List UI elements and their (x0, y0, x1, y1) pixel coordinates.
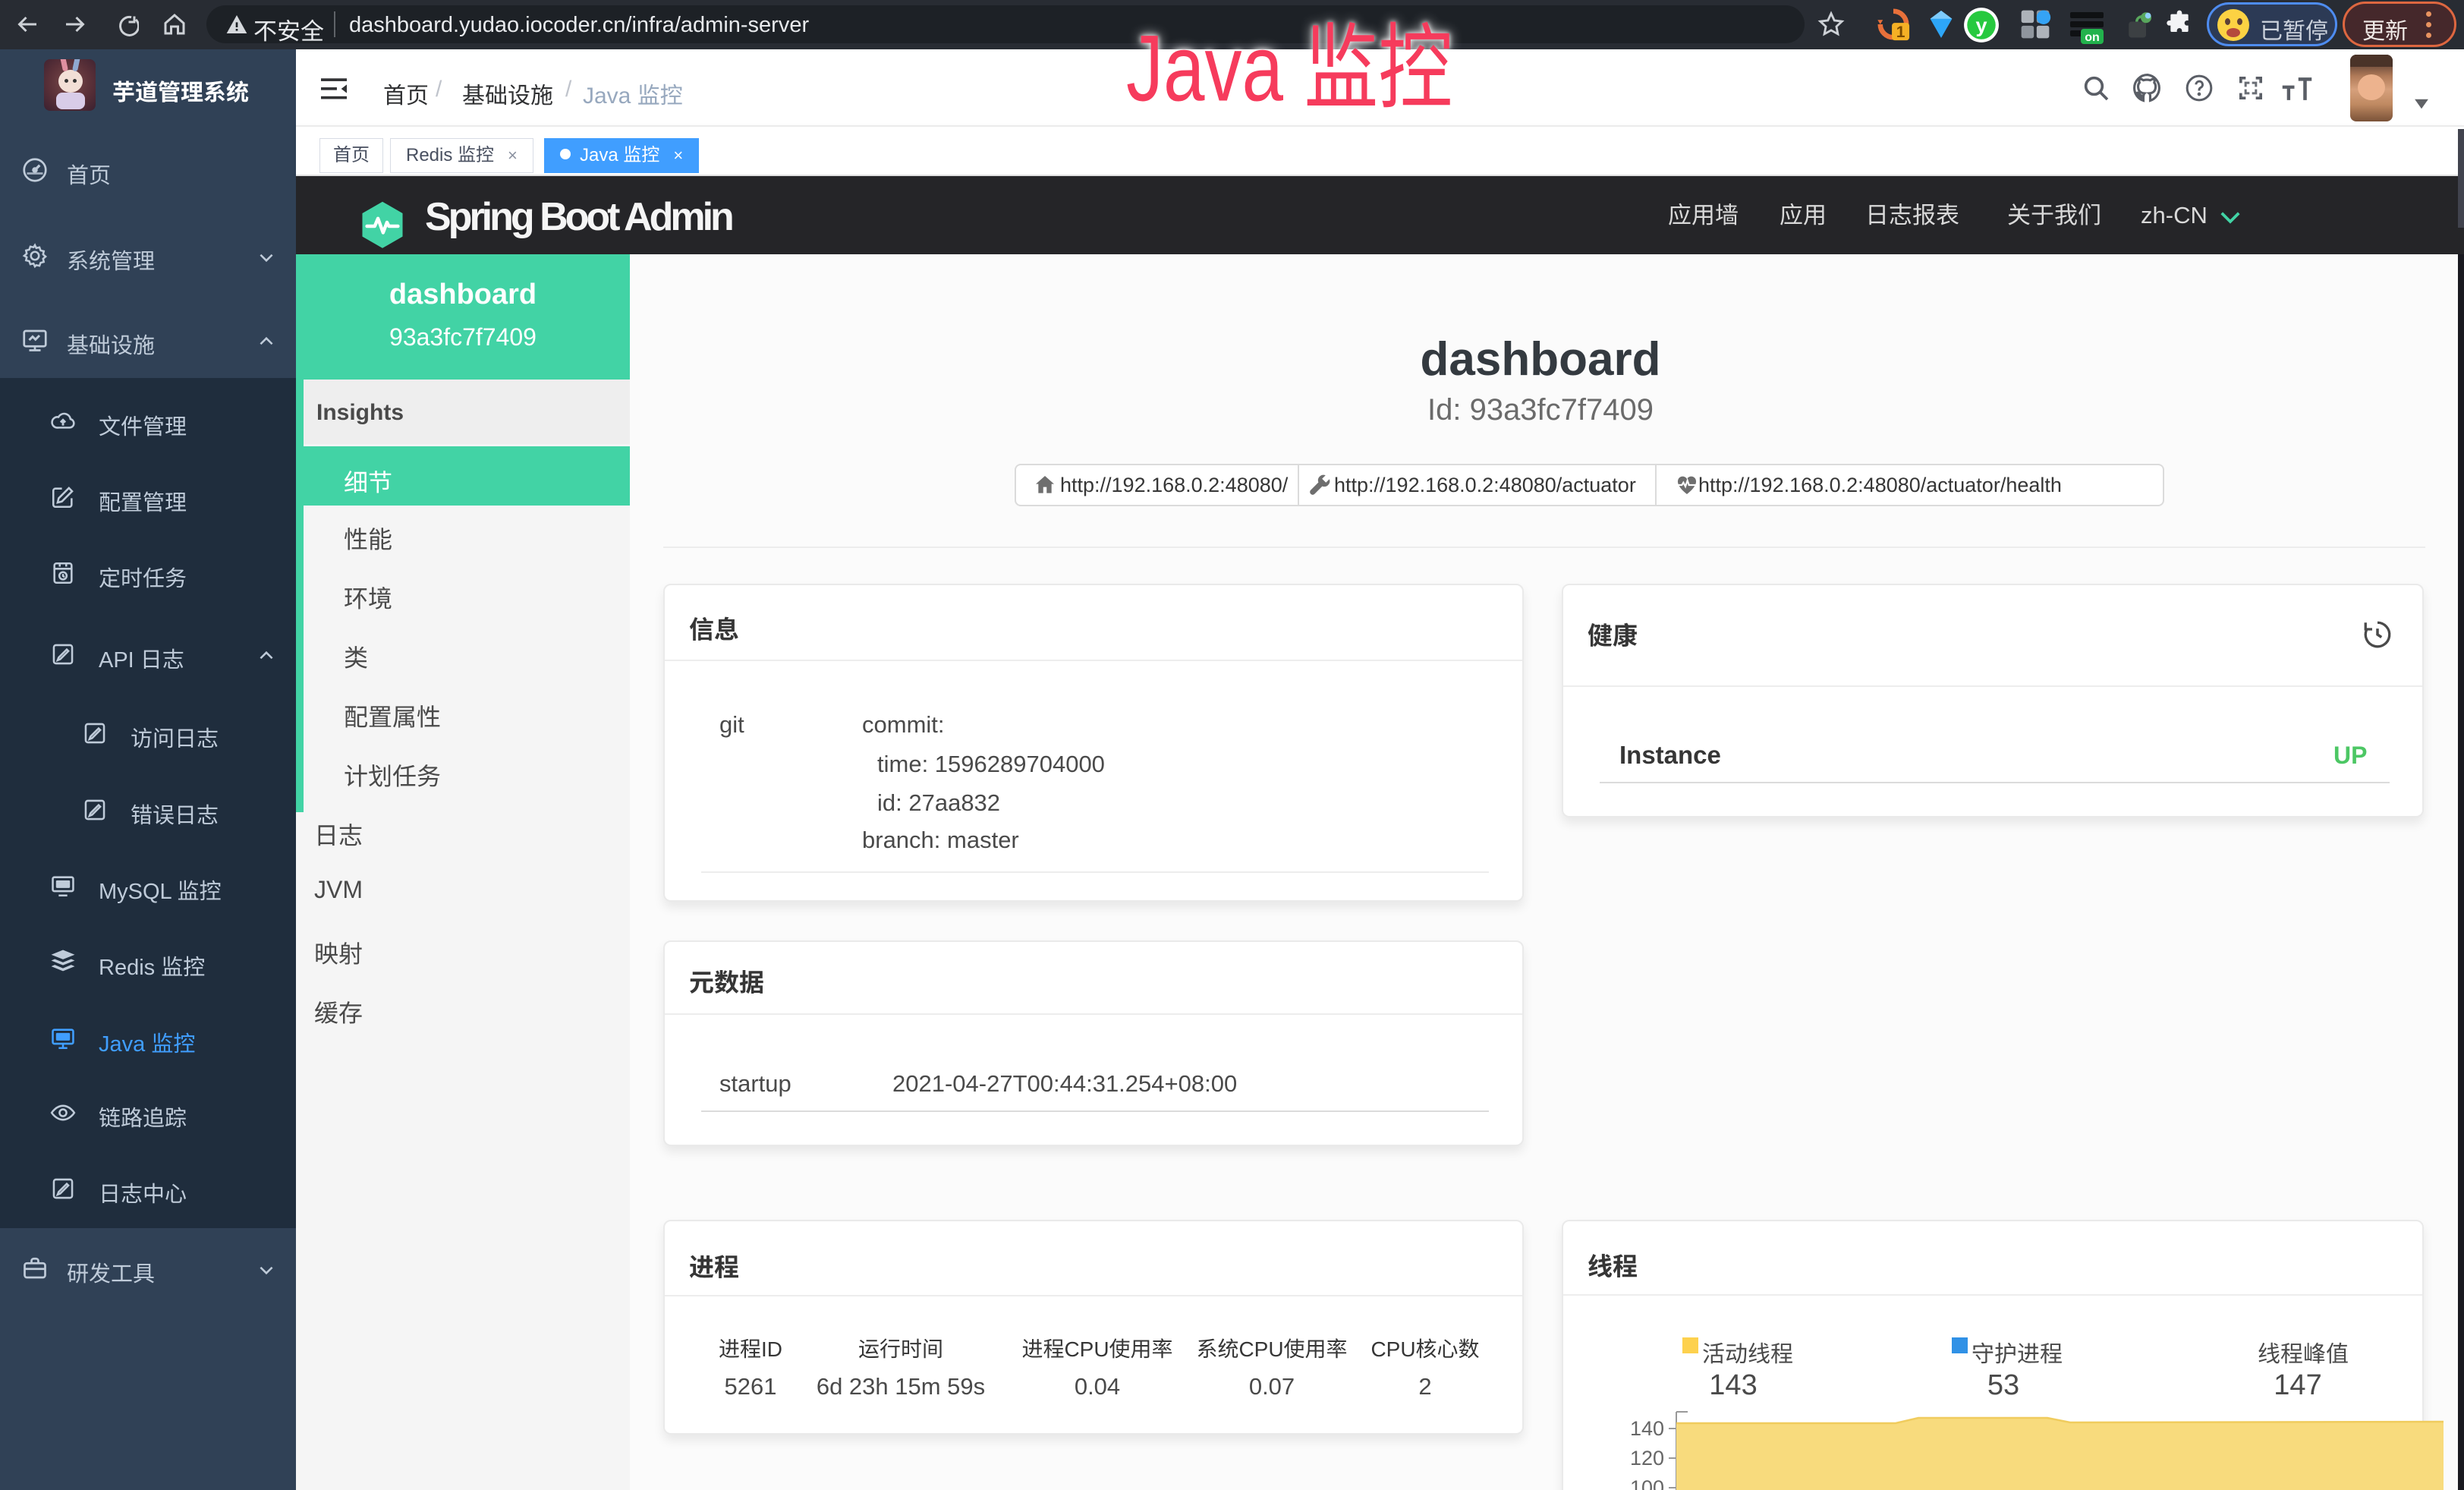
svg-text:on: on (2085, 31, 2100, 44)
svg-text:y: y (1975, 13, 1987, 36)
svg-text:1: 1 (1896, 24, 1905, 41)
